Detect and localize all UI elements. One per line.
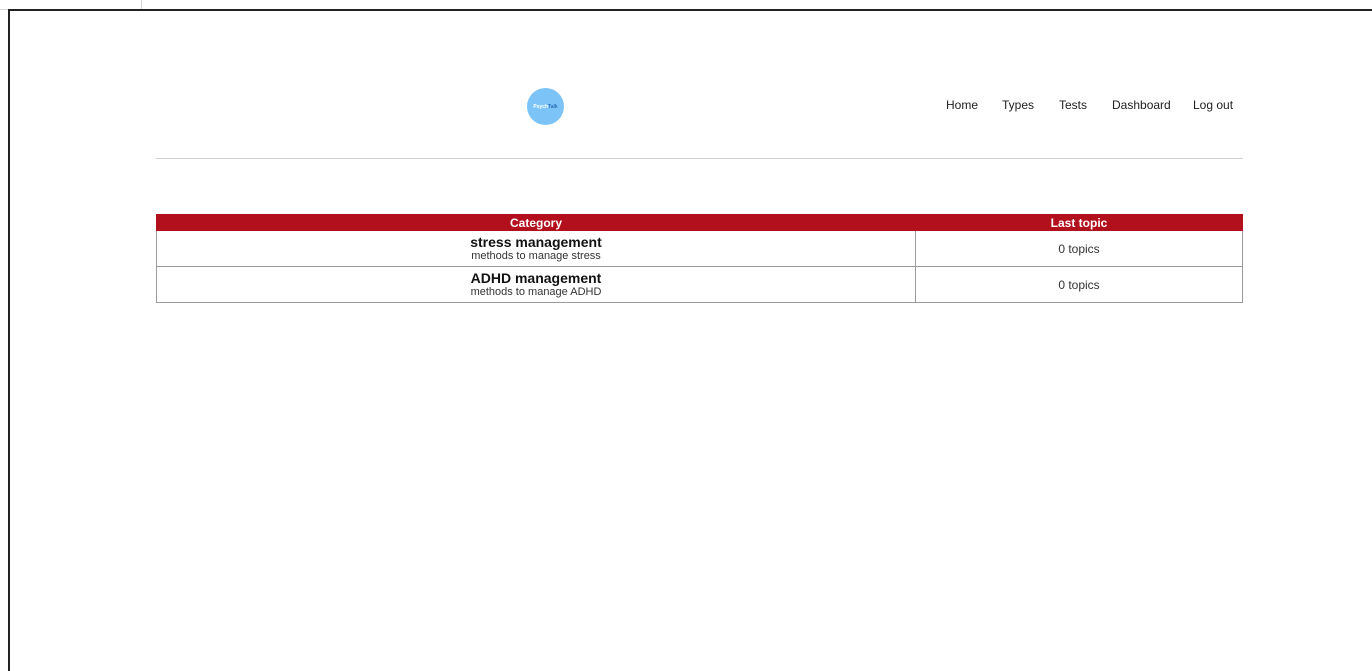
table-row: ADHD management methods to manage ADHD 0… <box>156 266 1243 303</box>
table-header-row: Category Last topic <box>156 214 1243 231</box>
topic-count: 0 topics <box>1058 241 1100 256</box>
nav-types-link[interactable]: Types <box>1002 98 1034 112</box>
column-header-last-topic: Last topic <box>915 214 1243 231</box>
page-frame: Psych Talk Home Types Tests Dashboard Log… <box>8 9 1372 671</box>
site-logo[interactable]: Psych Talk <box>527 88 564 125</box>
nav-dashboard-link[interactable]: Dashboard <box>1112 98 1171 112</box>
table-row: stress management methods to manage stre… <box>156 230 1243 267</box>
last-topic-cell: 0 topics <box>915 266 1243 303</box>
category-cell: stress management methods to manage stre… <box>156 230 916 267</box>
logo-text-part2: Talk <box>548 103 558 110</box>
nav-tests-link[interactable]: Tests <box>1059 98 1087 112</box>
category-table: Category Last topic stress management me… <box>156 214 1243 303</box>
category-description: methods to manage stress <box>471 249 601 262</box>
category-title-link[interactable]: ADHD management <box>157 270 915 286</box>
logo-text-part1: Psych <box>533 103 549 110</box>
topic-count: 0 topics <box>1058 277 1100 292</box>
nav-logout-link[interactable]: Log out <box>1193 98 1233 112</box>
category-description: methods to manage ADHD <box>470 285 602 298</box>
category-title-link[interactable]: stress management <box>157 234 915 250</box>
category-cell: ADHD management methods to manage ADHD <box>156 266 916 303</box>
last-topic-cell: 0 topics <box>915 230 1243 267</box>
column-header-category: Category <box>156 214 916 231</box>
header-divider <box>156 158 1243 159</box>
nav-home-link[interactable]: Home <box>946 98 978 112</box>
